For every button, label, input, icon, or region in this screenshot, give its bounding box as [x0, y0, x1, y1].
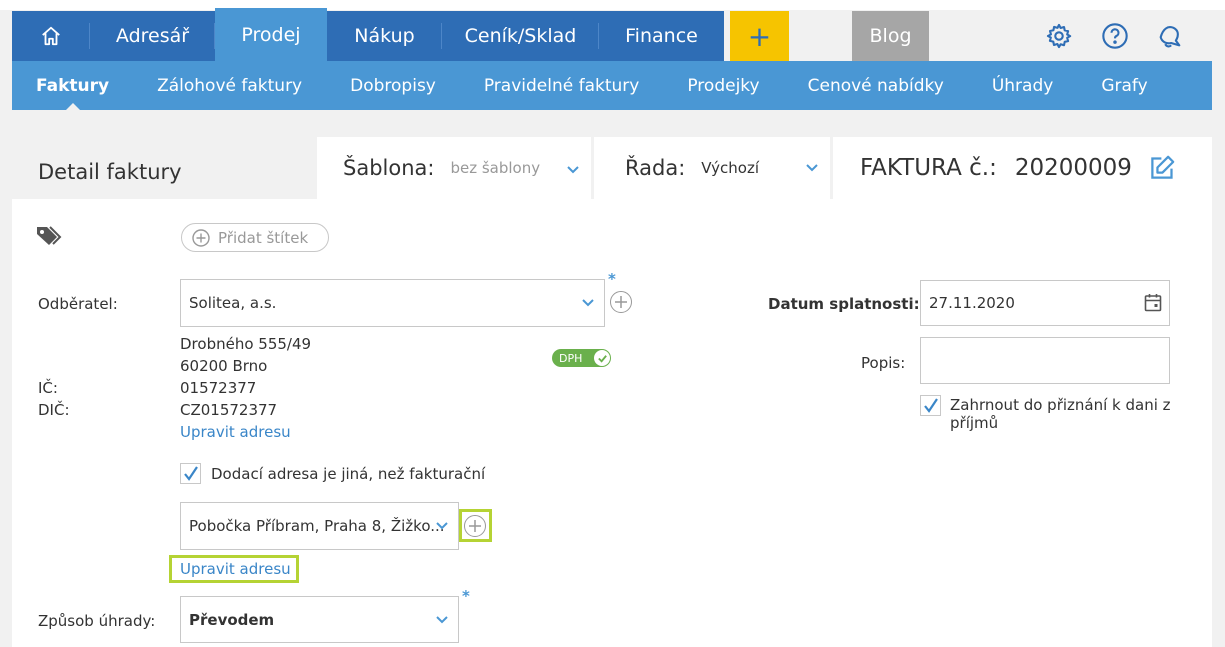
vat-payer-badge[interactable]: DPH: [552, 349, 611, 367]
checkmark-icon: [924, 398, 938, 413]
invoice-number: 20200009: [1014, 155, 1132, 181]
nav-nakup-label: Nákup: [354, 25, 415, 47]
chevron-down-icon: [436, 616, 448, 624]
subnav-faktury[interactable]: Faktury: [12, 61, 133, 111]
due-date-label: Datum splatnosti:: [768, 295, 920, 313]
payment-label: Způsob úhrady:: [38, 612, 156, 630]
series-select[interactable]: Řada: Výchozí: [594, 137, 830, 199]
subnav-uhrady[interactable]: Úhrady: [968, 61, 1077, 110]
template-select[interactable]: Šablona: bez šablony: [317, 137, 591, 199]
nav-finance[interactable]: Finance: [599, 11, 724, 61]
plus-icon: [469, 520, 481, 532]
add-tag-label: Přidat štítek: [218, 228, 309, 247]
due-date-value: 27.11.2020: [929, 294, 1015, 312]
top-bar: Adresář Prodej Nákup Ceník/Sklad Finance…: [0, 0, 1225, 61]
nav-cenik-sklad[interactable]: Ceník/Sklad: [442, 11, 599, 61]
edit-address-link[interactable]: Upravit adresu: [180, 423, 291, 441]
description-label: Popis:: [861, 354, 906, 372]
chevron-down-icon: [436, 522, 448, 530]
nav-prodej[interactable]: Prodej: [215, 8, 327, 61]
calendar-icon[interactable]: [1144, 293, 1162, 312]
template-label: Šablona:: [343, 156, 435, 180]
checkmark-icon: [184, 466, 198, 481]
series-label: Řada:: [625, 156, 686, 180]
add-delivery-address-button[interactable]: [464, 515, 486, 537]
check-icon: [594, 350, 610, 366]
series-value: Výchozí: [701, 159, 759, 177]
tax-checkbox-label-line1: Zahrnout do přiznání k dani z: [950, 396, 1171, 414]
address-line1: Drobného 555/49: [180, 335, 312, 353]
gear-icon[interactable]: [1045, 22, 1073, 50]
delivery-address-checkbox[interactable]: [180, 463, 201, 484]
subnav-grafy[interactable]: Grafy: [1077, 61, 1171, 110]
main-nav: Adresář Prodej Nákup Ceník/Sklad Finance: [12, 8, 724, 61]
payment-method-select[interactable]: Převodem: [180, 596, 459, 643]
payment-value: Převodem: [189, 610, 275, 629]
add-customer-button[interactable]: [610, 291, 632, 313]
delivery-checkbox-label: Dodací adresa je jiná, než fakturační: [211, 465, 486, 483]
nav-nakup[interactable]: Nákup: [327, 11, 442, 61]
add-tag-button[interactable]: Přidat štítek: [181, 223, 329, 252]
delivery-address-select[interactable]: Pobočka Příbram, Praha 8, Žižko...: [180, 502, 459, 550]
quick-add-button[interactable]: +: [730, 11, 789, 61]
nav-home[interactable]: [12, 11, 90, 61]
nav-finance-label: Finance: [625, 25, 698, 47]
edit-delivery-address-link[interactable]: Upravit adresu: [180, 560, 291, 578]
bell-icon[interactable]: [1156, 22, 1184, 50]
due-date-field[interactable]: 27.11.2020: [920, 280, 1170, 326]
edit-icon[interactable]: [1149, 154, 1176, 181]
required-mark: *: [462, 587, 470, 605]
ic-value: 01572377: [180, 379, 257, 397]
subnav-zalohove-faktury[interactable]: Zálohové faktury: [133, 61, 326, 110]
tax-checkbox-label-line2: příjmů: [950, 414, 999, 432]
customer-select[interactable]: Solitea, a.s.: [180, 279, 605, 327]
ic-label: IČ:: [38, 379, 58, 397]
subnav-dobropisy[interactable]: Dobropisy: [326, 61, 460, 110]
address-line2: 60200 Brno: [180, 357, 268, 375]
nav-adresar[interactable]: Adresář: [90, 11, 215, 61]
nav-cenik-label: Ceník/Sklad: [464, 25, 577, 47]
invoice-number-box: FAKTURA č.: 20200009: [833, 137, 1212, 199]
tax-return-checkbox[interactable]: [920, 395, 941, 416]
blog-button[interactable]: Blog: [852, 11, 929, 61]
nav-adresar-label: Adresář: [115, 25, 190, 47]
plus-icon: [615, 296, 627, 308]
invoice-label: FAKTURA č.:: [860, 155, 997, 181]
plus-circle-icon: [192, 229, 210, 247]
customer-label: Odběratel:: [38, 295, 118, 313]
nav-prodej-label: Prodej: [241, 23, 301, 46]
chevron-down-icon: [806, 164, 818, 172]
dic-value: CZ01572377: [180, 401, 278, 419]
top-strip: [0, 0, 1225, 10]
chevron-down-icon: [582, 299, 594, 307]
subnav-prodejky[interactable]: Prodejky: [663, 61, 783, 110]
description-input[interactable]: [920, 337, 1170, 384]
dph-label: DPH: [559, 351, 583, 365]
required-mark: *: [608, 270, 616, 288]
subnav-cenove-nabidky[interactable]: Cenové nabídky: [784, 61, 968, 110]
dic-label: DIČ:: [38, 401, 70, 419]
page-title: Detail faktury: [38, 160, 182, 184]
home-icon: [42, 26, 60, 46]
sub-nav: Faktury Zálohové faktury Dobropisy Pravi…: [12, 61, 1212, 111]
subnav-pravidelne-faktury[interactable]: Pravidelné faktury: [460, 61, 664, 110]
chevron-down-icon: [567, 166, 579, 174]
delivery-address-value: Pobočka Příbram, Praha 8, Žižko...: [189, 517, 445, 535]
tags-icon: [37, 226, 62, 245]
template-value: bez šablony: [450, 159, 541, 177]
customer-value: Solitea, a.s.: [189, 294, 277, 312]
help-icon[interactable]: [1101, 22, 1129, 50]
